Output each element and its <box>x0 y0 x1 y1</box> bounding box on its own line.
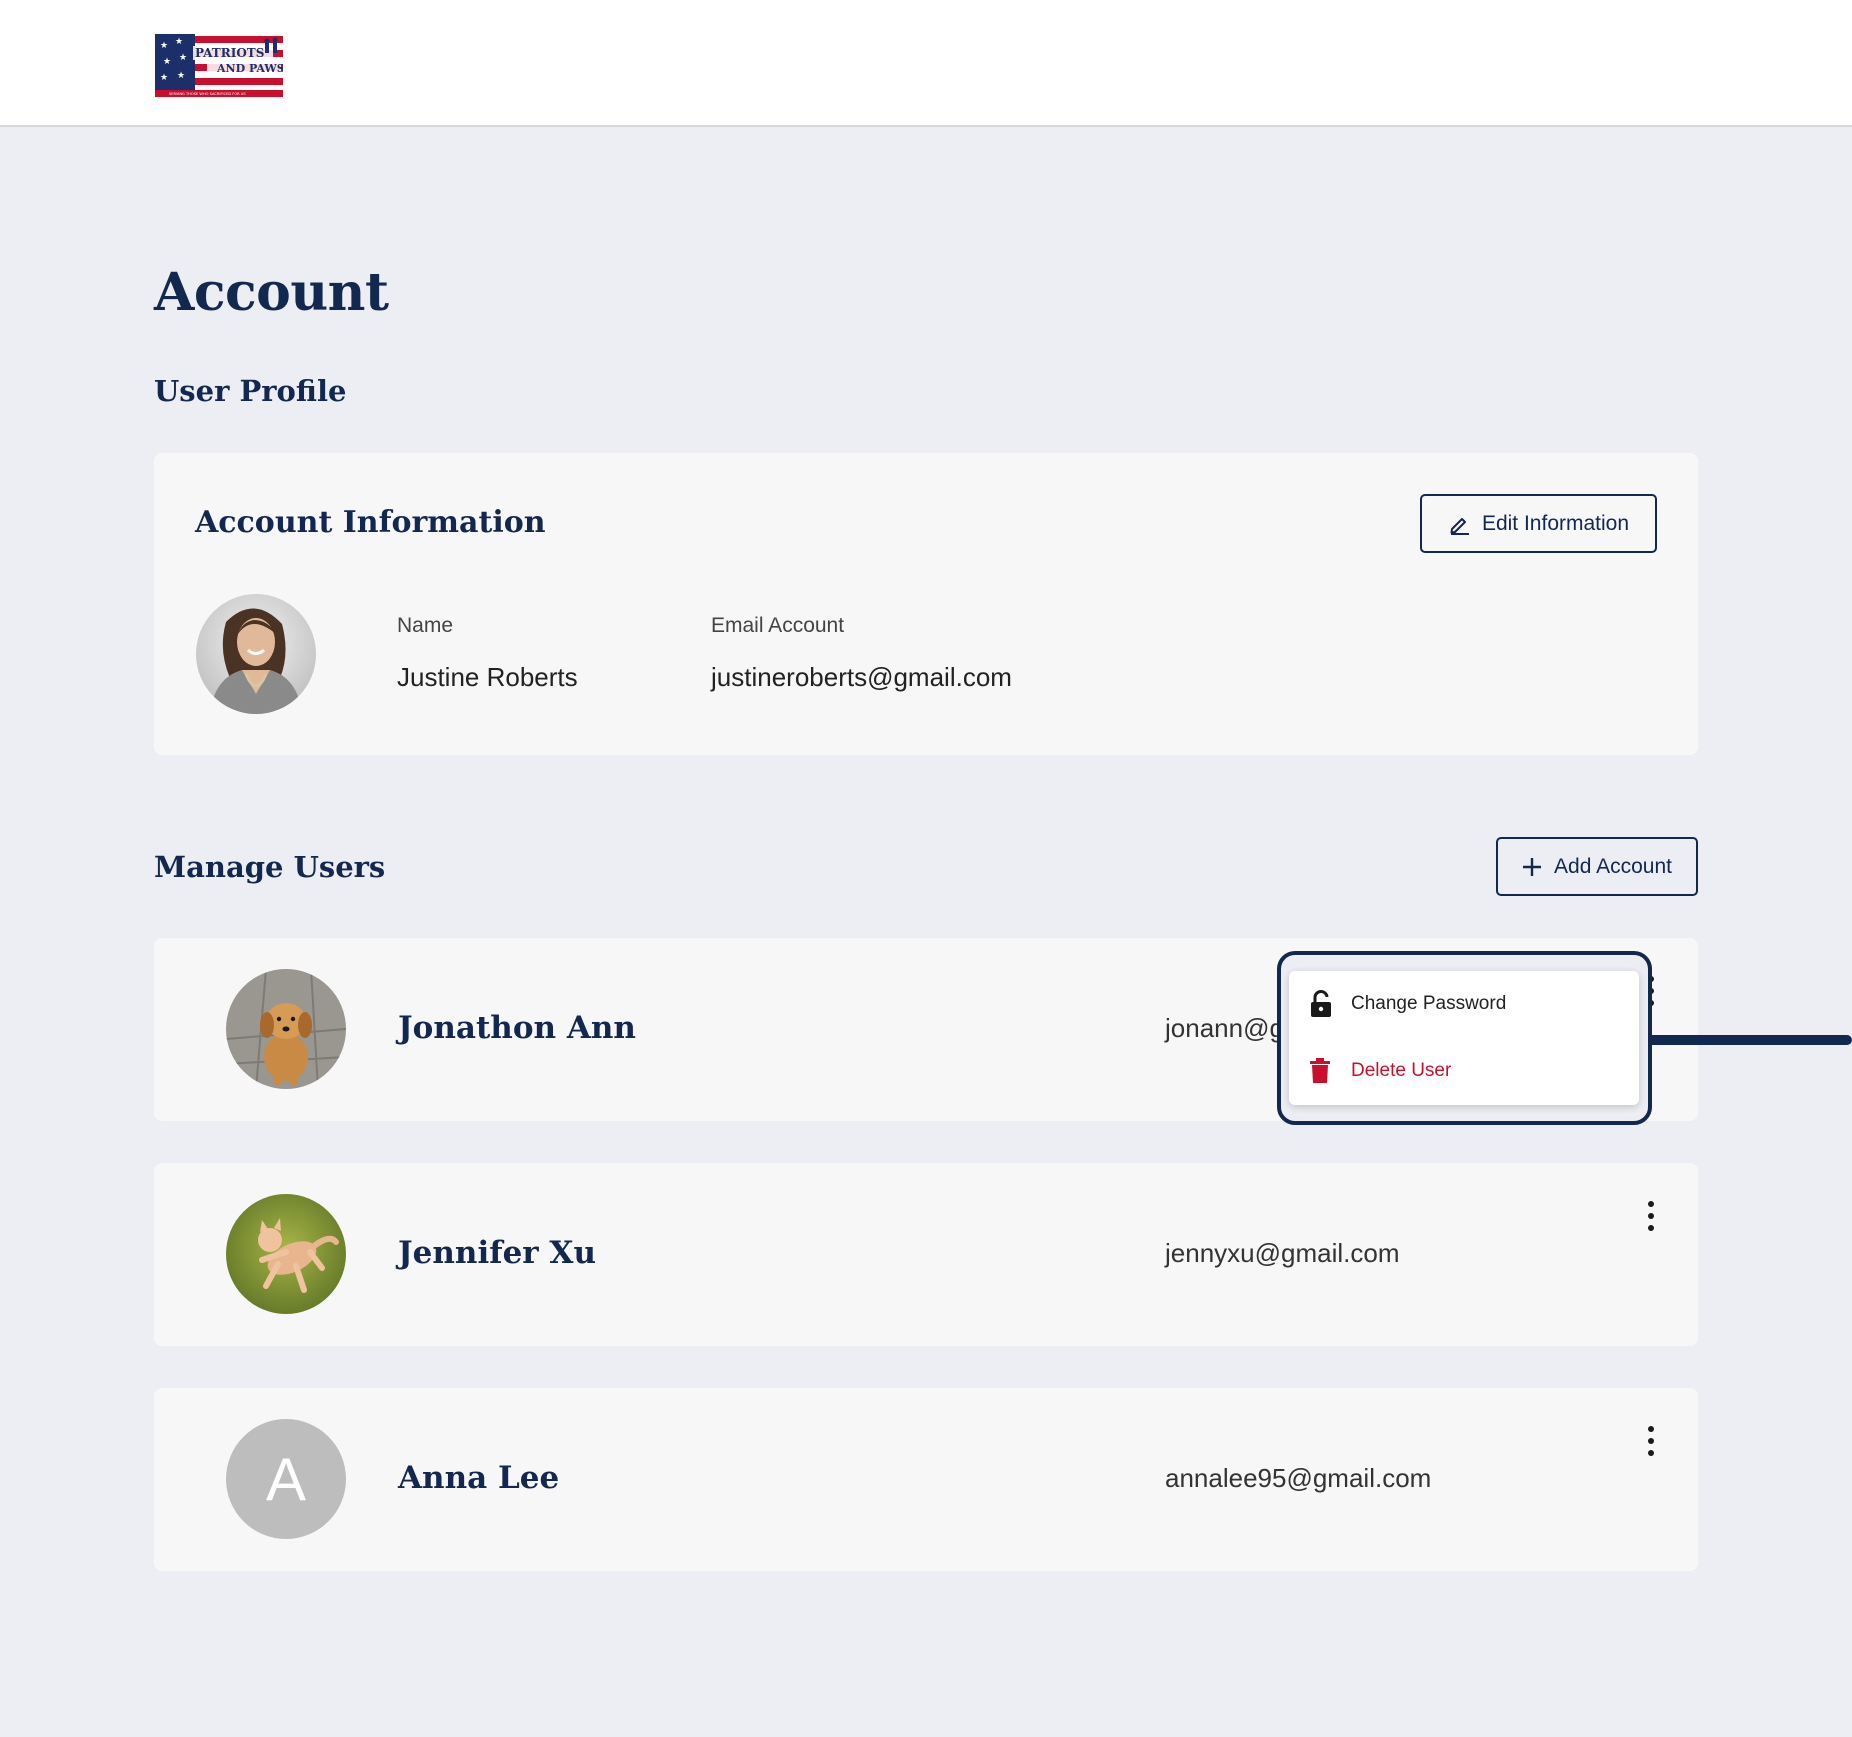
user-options-menu: Change Password Delete User <box>1289 971 1639 1105</box>
user-name: Jonathon Ann <box>398 1010 636 1046</box>
account-information-title: Account Information <box>195 505 546 540</box>
name-label: Name <box>397 614 454 637</box>
delete-user-label: Delete User <box>1351 1060 1452 1081</box>
top-bar: ★ ★ ★ ★ ★ ★ PATRIOTS AND PAWS SERVING THOSE… <box>0 0 1852 127</box>
svg-text:★: ★ <box>163 57 171 67</box>
user-profile-heading: User Profile <box>154 374 347 408</box>
cat-photo <box>226 1194 346 1314</box>
change-password-menu-item[interactable]: Change Password <box>1289 973 1639 1035</box>
delete-user-menu-item[interactable]: Delete User <box>1289 1040 1639 1102</box>
svg-text:PATRIOTS: PATRIOTS <box>195 46 264 60</box>
svg-text:SERVING THOSE WHO SACRIFICED F: SERVING THOSE WHO SACRIFICED FOR US <box>169 92 246 96</box>
svg-text:★: ★ <box>177 71 185 81</box>
more-options-icon[interactable] <box>1645 1426 1657 1456</box>
user-avatar: A <box>226 1419 346 1539</box>
manage-users-heading: Manage Users <box>154 850 386 884</box>
edit-information-button[interactable]: Edit Information <box>1420 494 1657 553</box>
pencil-icon <box>1450 517 1469 535</box>
user-email: jonann@g <box>1165 1013 1284 1043</box>
svg-text:AND PAWS: AND PAWS <box>216 62 283 75</box>
user-email: annalee95@gmail.com <box>1165 1463 1432 1493</box>
page-title: Account <box>154 262 389 323</box>
email-value: justineroberts@gmail.com <box>711 662 1012 692</box>
user-avatar <box>226 1194 346 1314</box>
avatar-initial: A <box>265 1445 307 1513</box>
svg-text:★: ★ <box>160 41 168 51</box>
user-row[interactable]: A Anna Lee annalee95@gmail.com <box>154 1388 1698 1571</box>
email-label: Email Account <box>711 614 845 637</box>
puppy-photo <box>226 969 346 1089</box>
patriots-and-paws-logo[interactable]: ★ ★ ★ ★ ★ ★ PATRIOTS AND PAWS SERVING THOSE… <box>155 34 283 97</box>
user-avatar <box>226 969 346 1089</box>
unlock-icon <box>1311 990 1331 1017</box>
add-account-button[interactable]: Add Account <box>1496 837 1698 896</box>
plus-icon <box>1523 857 1542 876</box>
highlight-connector-line <box>1617 1035 1852 1045</box>
user-row[interactable]: Jennifer Xu jennyxu@gmail.com <box>154 1163 1698 1346</box>
change-password-label: Change Password <box>1351 993 1507 1014</box>
svg-text:★: ★ <box>179 53 187 63</box>
svg-text:★: ★ <box>175 37 183 47</box>
name-value: Justine Roberts <box>397 662 578 692</box>
account-information-card: Account Information Edit Information Nam… <box>154 453 1698 755</box>
user-name: Anna Lee <box>398 1460 560 1496</box>
profile-avatar <box>196 594 316 714</box>
more-options-icon[interactable] <box>1645 1201 1657 1231</box>
svg-text:★: ★ <box>160 73 168 83</box>
trash-icon <box>1310 1058 1330 1083</box>
user-email: jennyxu@gmail.com <box>1165 1238 1400 1268</box>
add-account-label: Add Account <box>1554 854 1672 878</box>
context-menu-highlight: Change Password Delete User <box>1277 951 1652 1125</box>
user-name: Jennifer Xu <box>398 1235 597 1271</box>
woman-portrait-photo <box>196 594 316 714</box>
edit-information-label: Edit Information <box>1481 511 1630 535</box>
